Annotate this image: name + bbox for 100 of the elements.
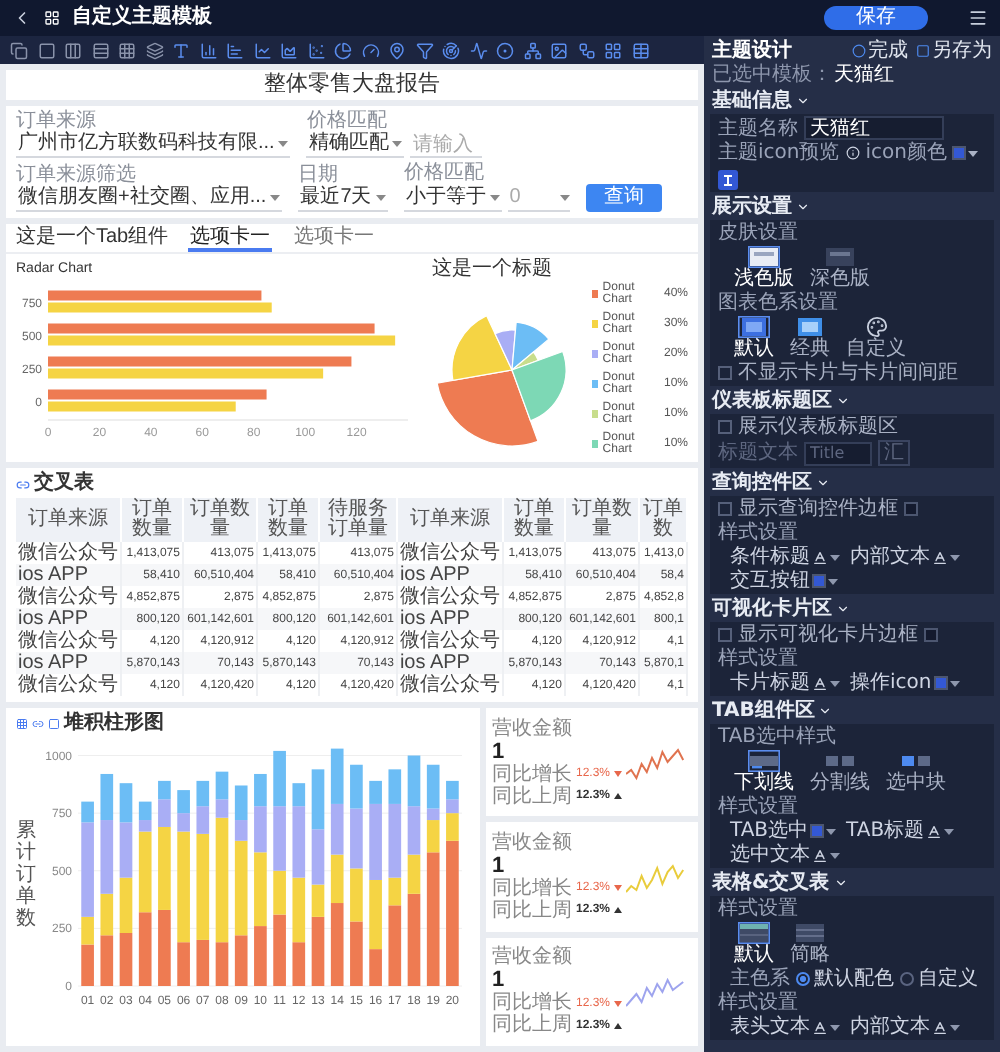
rows-icon[interactable] <box>91 41 109 59</box>
option-button[interactable]: 自定义 <box>846 316 906 360</box>
checkbox[interactable] <box>718 502 732 516</box>
grid-icon[interactable] <box>604 41 622 59</box>
font-color-icon <box>812 675 828 691</box>
option-button[interactable]: 浅色版 <box>734 246 794 290</box>
field-label: 主题icon预览 <box>718 142 840 164</box>
style-picker[interactable]: 操作icon <box>850 672 960 694</box>
kpi-compare-label: 同比上周 <box>492 1014 572 1037</box>
scatter-chart-icon[interactable] <box>307 41 325 59</box>
option-button[interactable]: 深色版 <box>810 246 870 290</box>
radar-icon[interactable] <box>442 41 460 59</box>
font-color-icon <box>932 549 948 565</box>
save-as-button[interactable]: 另存为 <box>916 39 992 61</box>
style-picker[interactable]: 内部文本 <box>850 546 960 568</box>
option-button[interactable]: 下划线 <box>734 750 794 794</box>
table-cell: 微信公众号 <box>16 542 121 564</box>
map-pin-icon[interactable] <box>388 41 406 59</box>
option-button[interactable]: 经典 <box>790 316 830 360</box>
table-cell: ios APP <box>16 652 121 674</box>
select-field[interactable]: 精确匹配 <box>306 132 405 158</box>
grid-icon[interactable] <box>118 41 136 59</box>
square-icon[interactable] <box>48 718 60 730</box>
section-header[interactable]: TAB组件区 <box>704 698 841 722</box>
columns-icon[interactable] <box>64 41 82 59</box>
pie-chart-icon[interactable] <box>334 41 352 59</box>
text-icon[interactable] <box>172 41 190 59</box>
kpi-compare-label: 同比增长 <box>492 877 572 900</box>
column-chart-icon[interactable] <box>199 41 217 59</box>
option-button[interactable]: 默认 <box>734 922 774 966</box>
save-button[interactable]: 保存 <box>824 6 928 30</box>
light-panel-icon <box>748 246 780 268</box>
style-picker[interactable]: 内部文本 <box>850 1016 960 1038</box>
field-label: icon颜色 <box>865 142 947 164</box>
tab[interactable]: 选项卡一 <box>188 226 273 252</box>
chevron-icon <box>836 602 850 616</box>
caret-icon <box>270 194 281 202</box>
gauge-icon[interactable] <box>361 41 379 59</box>
select-field[interactable]: 微信朋友圈+社交圈、应用... <box>16 186 283 212</box>
style-picker[interactable]: TAB标题 <box>846 820 955 842</box>
caret-icon <box>950 1023 960 1031</box>
section-label: 样式设置 <box>718 898 800 920</box>
table-title: 交叉表 <box>34 472 94 496</box>
checkbox[interactable] <box>718 628 732 642</box>
color-swatch[interactable] <box>904 502 918 516</box>
radio-button[interactable]: 自定义 <box>900 968 978 990</box>
radio-button[interactable]: 默认配色 <box>796 968 894 990</box>
bar-chart-icon[interactable] <box>226 41 244 59</box>
ring-icon[interactable] <box>496 41 514 59</box>
style-picker[interactable]: 表头文本 <box>730 1016 840 1038</box>
section-header[interactable]: 仪表板标题区 <box>704 388 858 412</box>
caret-icon <box>949 679 960 687</box>
section-header[interactable]: 展示设置 <box>704 194 818 218</box>
image-icon[interactable] <box>550 41 568 59</box>
style-picker[interactable]: 选中文本 <box>730 844 840 866</box>
query-button[interactable]: 查询 <box>585 184 662 212</box>
menu-icon[interactable] <box>968 8 988 28</box>
funnel-icon[interactable] <box>415 41 433 59</box>
option-button[interactable]: 简略 <box>790 922 830 966</box>
copy-icon[interactable] <box>10 41 28 59</box>
section-header[interactable]: 表格&交叉表 <box>704 870 856 894</box>
link-icon[interactable] <box>32 718 44 730</box>
option-button[interactable]: 选中块 <box>886 750 946 794</box>
line-chart-icon[interactable] <box>253 41 271 59</box>
tab[interactable]: 选项卡一 <box>292 226 377 252</box>
workflow-icon[interactable] <box>577 41 595 59</box>
field-label: 标题文本 <box>718 442 798 464</box>
column-header: 订单数 <box>638 498 687 542</box>
style-picker[interactable]: 交互按钮 <box>730 570 838 592</box>
caret-icon <box>968 149 979 157</box>
checkbox-label: 显示查询控件边框 <box>738 498 898 520</box>
area-chart-icon[interactable] <box>280 41 298 59</box>
square-icon[interactable] <box>37 41 55 59</box>
style-picker[interactable]: 卡片标题 <box>730 672 840 694</box>
checkbox[interactable] <box>718 366 732 380</box>
select-field[interactable]: 最近7天 <box>298 186 388 212</box>
circle-icon <box>852 43 866 57</box>
table-cell: 微信公众号 <box>396 630 503 652</box>
select-field[interactable]: 广州市亿方联数码科技有限... <box>16 132 291 158</box>
option-button[interactable]: 分割线 <box>810 750 870 794</box>
section-header[interactable]: 查询控件区 <box>704 470 838 494</box>
option-button[interactable]: 默认 <box>734 316 774 360</box>
input-field[interactable]: 0 <box>507 184 560 210</box>
section-header[interactable]: 基础信息 <box>704 88 818 112</box>
table-icon[interactable] <box>631 41 649 59</box>
done-button[interactable]: 完成 <box>852 39 908 61</box>
input-field[interactable]: 请输入 <box>410 132 483 158</box>
style-picker[interactable]: 条件标题 <box>730 546 840 568</box>
section-header[interactable]: 可视化卡片区 <box>704 596 858 620</box>
style-picker[interactable]: TAB选中 <box>730 820 837 842</box>
select-field[interactable]: 小于等于 <box>403 185 502 211</box>
pulse-icon[interactable] <box>469 41 487 59</box>
network-icon[interactable] <box>523 41 541 59</box>
input-field[interactable]: 天猫红 <box>804 116 944 140</box>
grid-icon[interactable] <box>16 718 28 730</box>
layers-icon[interactable] <box>145 41 163 59</box>
color-picker[interactable] <box>952 146 979 160</box>
color-swatch[interactable] <box>924 628 938 642</box>
checkbox[interactable] <box>718 420 732 434</box>
caret-icon <box>489 193 500 201</box>
